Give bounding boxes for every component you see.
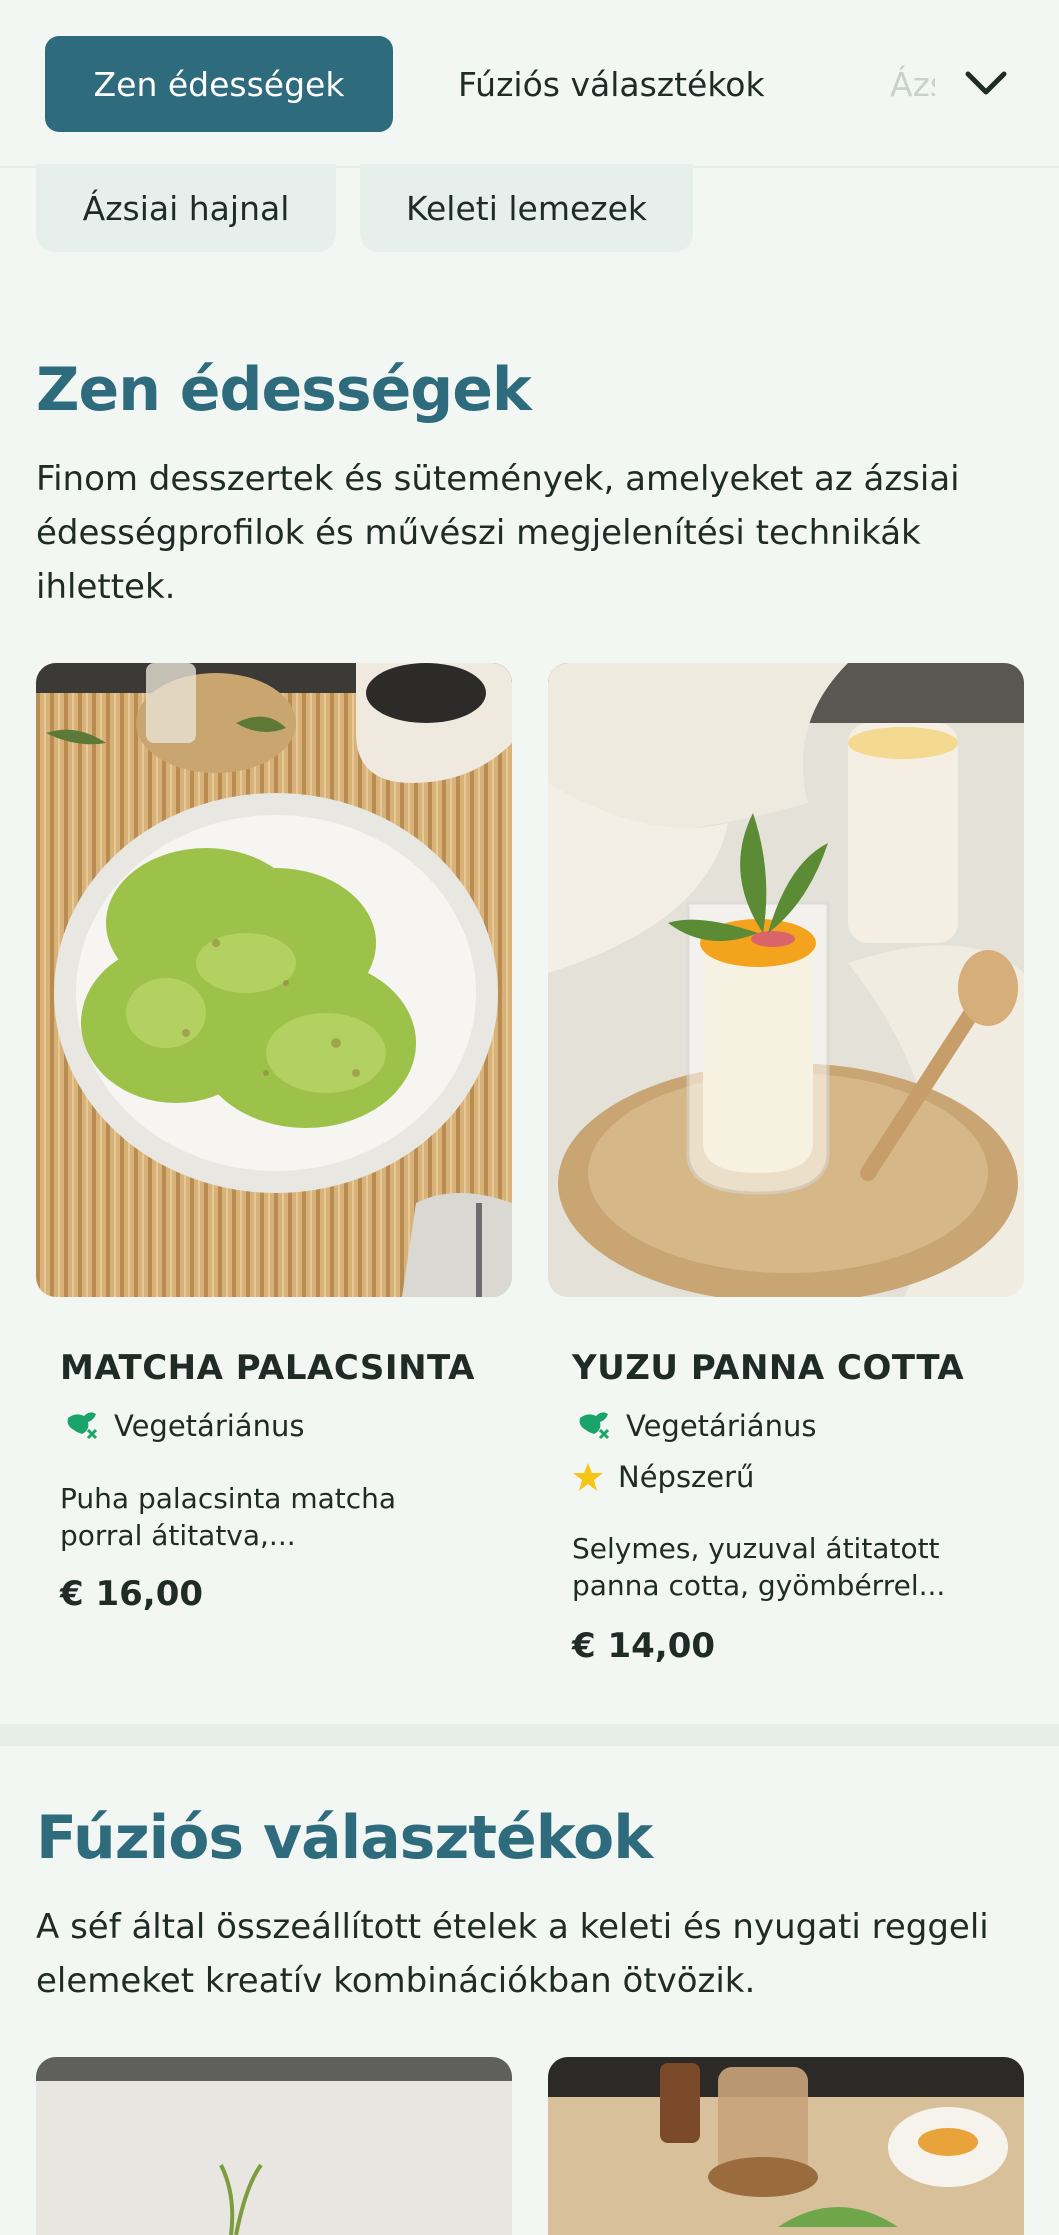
star-icon — [573, 1463, 603, 1491]
tag-popular: Népszerű — [572, 1460, 754, 1494]
tag-label: Népszerű — [618, 1460, 755, 1494]
section-divider — [0, 1724, 1059, 1746]
chevron-down-icon[interactable] — [960, 58, 1012, 110]
tag-label: Vegetáriánus — [114, 1409, 305, 1443]
category-nav: Zen édességek Fúziós választékok Ázsiai … — [0, 0, 1059, 168]
vegetarian-icon — [576, 1412, 610, 1440]
vegetarian-icon — [64, 1412, 98, 1440]
section-description-zen: Finom desszertek és sütemények, amelyeke… — [36, 459, 960, 607]
section-description-fuzios: A séf által összeállított ételek a kelet… — [36, 1907, 989, 2001]
chip-azsiai-hajnal[interactable]: Ázsiai hajnal — [36, 164, 336, 252]
item-name-yuzu-panna-cotta[interactable]: YUZU PANNA COTTA — [572, 1348, 964, 1388]
fusion-item-image-2[interactable] — [548, 2057, 1024, 2235]
tab-fuzios-valasztekok[interactable]: Fúziós választékok — [458, 36, 765, 132]
chip-keleti-lemezek[interactable]: Keleti lemezek — [360, 164, 693, 252]
item-description: Selymes, yuzuval átitatott panna cotta, … — [572, 1532, 946, 1602]
section-title-fuzios: Fúziós választékok — [36, 1803, 653, 1873]
item-name-matcha-palacsinta[interactable]: MATCHA PALACSINTA — [60, 1348, 475, 1388]
yuzu-panna-cotta-image[interactable] — [548, 663, 1024, 1297]
item-price: € 14,00 — [572, 1626, 716, 1666]
tab-azsiai-hajnal[interactable]: Ázsiai hajnal — [890, 36, 935, 132]
item-description: Puha palacsinta matcha porral átitatva,.… — [60, 1482, 397, 1552]
item-price: € 16,00 — [60, 1574, 204, 1614]
tab-zen-edessegek[interactable]: Zen édességek — [45, 36, 393, 132]
fusion-item-image-1[interactable] — [36, 2057, 512, 2235]
section-title-zen: Zen édességek — [36, 355, 532, 425]
matcha-palacsinta-image[interactable] — [36, 663, 512, 1297]
tag-vegetarian: Vegetáriánus — [60, 1408, 304, 1444]
tag-label: Vegetáriánus — [626, 1409, 817, 1443]
tag-vegetarian: Vegetáriánus — [572, 1408, 816, 1444]
